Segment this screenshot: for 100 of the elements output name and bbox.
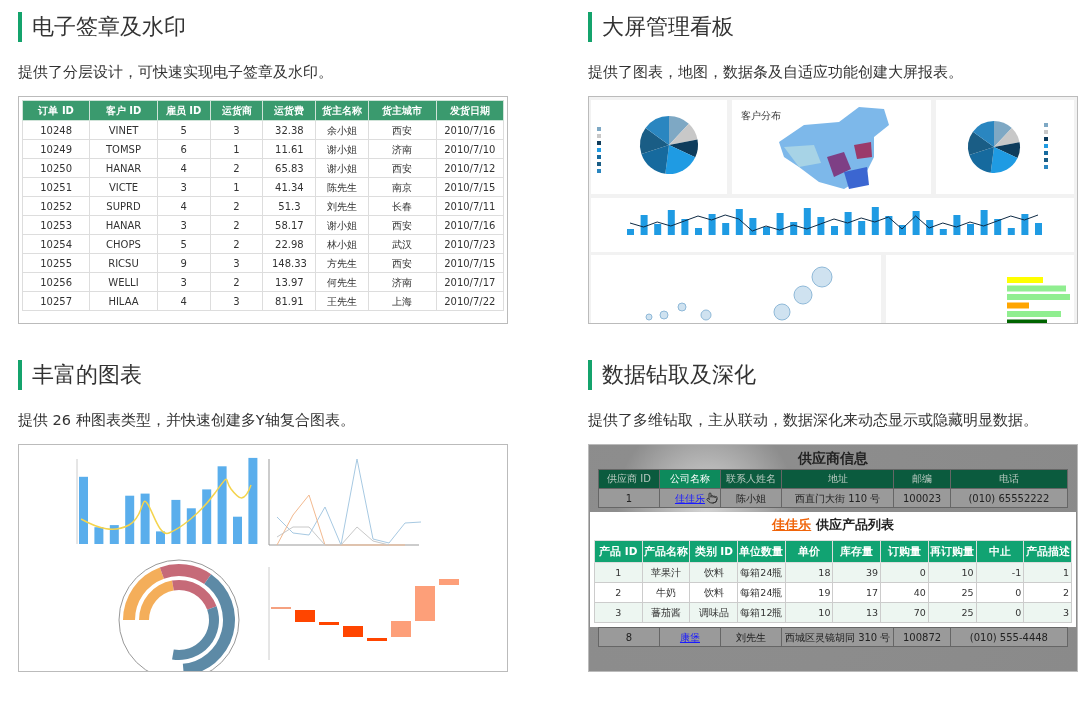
bar <box>640 215 648 235</box>
table-cell: 10257 <box>22 291 90 311</box>
bar <box>109 525 119 544</box>
hand-cursor-icon <box>705 492 718 504</box>
table-cell: 2 <box>210 158 263 178</box>
table-cell: 济南 <box>368 139 437 159</box>
column-header: 产品 ID <box>594 540 643 563</box>
table-cell: 2010/7/22 <box>436 291 504 311</box>
legend-swatch <box>597 148 601 152</box>
column-header: 供应商 ID <box>598 469 660 489</box>
table-cell: 8 <box>598 627 660 647</box>
data-bar <box>1007 311 1061 317</box>
column-header: 单位数量 <box>737 540 786 563</box>
column-header: 类别 ID <box>689 540 738 563</box>
column-header: 雇员 ID <box>157 100 211 121</box>
table-cell: 1 <box>210 177 263 197</box>
bar <box>831 226 838 235</box>
bar <box>171 499 181 544</box>
table-cell: 林小姐 <box>315 234 369 254</box>
data-bar <box>1007 277 1043 283</box>
bar <box>79 476 88 544</box>
table-cell: 1 <box>210 139 263 159</box>
table-cell: 刘先生 <box>720 627 782 647</box>
company-link[interactable]: 佳佳乐 <box>674 492 705 504</box>
table-cell: RICSU <box>89 253 158 273</box>
bubble <box>811 266 833 288</box>
table-cell: 9 <box>157 253 211 273</box>
bar <box>776 213 784 235</box>
bar <box>939 229 947 235</box>
column-header: 发货日期 <box>436 100 504 121</box>
legend-swatch <box>597 127 601 131</box>
bar <box>885 216 893 235</box>
bar <box>803 208 811 235</box>
table-cell: 41.34 <box>262 177 316 197</box>
waterfall-bar <box>391 621 411 637</box>
column-header: 货主城市 <box>368 100 437 121</box>
company-link[interactable]: 康堡 <box>679 631 700 643</box>
bar <box>681 219 689 235</box>
bar <box>1007 228 1015 235</box>
table-cell: 10251 <box>22 177 90 197</box>
table-cell: 2010/7/15 <box>436 177 504 197</box>
bar <box>708 214 716 235</box>
table-cell: 10253 <box>22 215 90 235</box>
table-cell: SUPRD <box>89 196 158 216</box>
bar <box>844 212 852 235</box>
table-cell: 西安 <box>368 215 437 235</box>
bar <box>735 209 743 235</box>
column-header: 运货商 <box>210 100 263 121</box>
bar <box>722 223 730 235</box>
bubble <box>793 285 813 305</box>
table-cell: 谢小姐 <box>315 139 369 159</box>
section-description: 提供 26 种图表类型，并快速创建多Y轴复合图表。 <box>18 411 356 430</box>
table-cell: 武汉 <box>368 234 437 254</box>
table-cell: 2010/7/15 <box>436 253 504 273</box>
bar <box>912 211 920 235</box>
bar <box>1035 223 1042 235</box>
waterfall-bar <box>295 610 315 622</box>
bar <box>926 220 934 235</box>
table-cell: 西安 <box>368 120 437 140</box>
bar <box>790 222 798 235</box>
legend-swatch <box>1044 151 1048 155</box>
column-header: 公司名称 <box>659 469 721 489</box>
legend-swatch <box>1044 165 1048 169</box>
table-cell: 2010/7/17 <box>436 272 504 292</box>
table-cell: 22.98 <box>262 234 316 254</box>
bar <box>871 207 879 235</box>
bar <box>627 229 634 235</box>
bar <box>654 224 662 235</box>
column-header: 订购量 <box>880 540 929 563</box>
table-cell: 10249 <box>22 139 90 159</box>
table-cell: 2010/7/16 <box>436 215 504 235</box>
report-title: 供应商信息 <box>797 449 869 468</box>
table-cell: 3 <box>157 272 211 292</box>
table-cell: 10256 <box>22 272 90 292</box>
table-cell: 南京 <box>368 177 437 197</box>
column-header: 单价 <box>785 540 833 563</box>
table-cell: 陈先生 <box>315 177 369 197</box>
section-description: 提供了多维钻取，主从联动，数据深化来动态显示或隐藏明显数据。 <box>588 411 1039 430</box>
section-title: 丰富的图表 <box>18 360 508 390</box>
bar <box>186 508 196 544</box>
table-cell: 长春 <box>368 196 437 216</box>
table-cell: 2010/7/16 <box>436 120 504 140</box>
bar <box>858 221 866 235</box>
table-cell: 5 <box>157 120 211 140</box>
table-cell: 10248 <box>22 120 90 140</box>
table-cell: HANAR <box>89 158 158 178</box>
bar <box>125 495 135 544</box>
table-cell: 王先生 <box>315 291 369 311</box>
data-bar <box>1007 285 1066 292</box>
table-cell: 148.33 <box>262 253 316 273</box>
section-description: 提供了分层设计，可快速实现电子签章及水印。 <box>18 63 334 82</box>
popup-title: 佳佳乐 供应产品列表 <box>770 516 895 534</box>
column-header: 产品描述 <box>1023 540 1072 563</box>
table-cell: 100872 <box>893 627 951 647</box>
legend-swatch <box>597 155 601 159</box>
table-cell: 西城区灵镜胡同 310 号 <box>781 627 894 647</box>
bar <box>817 217 825 235</box>
table-cell: 3 <box>157 177 211 197</box>
table-cell: WELLI <box>89 272 158 292</box>
table-cell: 西安 <box>368 253 437 273</box>
